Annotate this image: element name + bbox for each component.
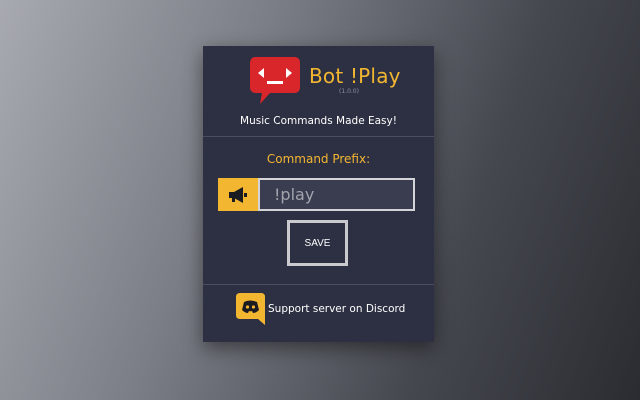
megaphone-icon bbox=[218, 178, 258, 211]
discord-icon bbox=[236, 293, 265, 325]
extension-popup: Bot !Play (1.0.0) Music Commands Made Ea… bbox=[203, 46, 434, 342]
discord-support-link[interactable]: Support server on Discord bbox=[236, 292, 405, 326]
popup-header: Bot !Play (1.0.0) Music Commands Made Ea… bbox=[203, 46, 434, 137]
command-prefix-field bbox=[218, 178, 416, 211]
footer-divider bbox=[203, 284, 434, 285]
save-button[interactable]: SAVE bbox=[287, 220, 348, 266]
bot-logo-icon bbox=[250, 57, 300, 104]
app-version: (1.0.0) bbox=[339, 88, 359, 95]
command-prefix-input[interactable] bbox=[258, 178, 415, 211]
app-tagline: Music Commands Made Easy! bbox=[240, 115, 397, 127]
command-prefix-label: Command Prefix: bbox=[266, 152, 371, 166]
app-title: Bot !Play bbox=[309, 64, 401, 88]
discord-support-label: Support server on Discord bbox=[268, 303, 406, 315]
